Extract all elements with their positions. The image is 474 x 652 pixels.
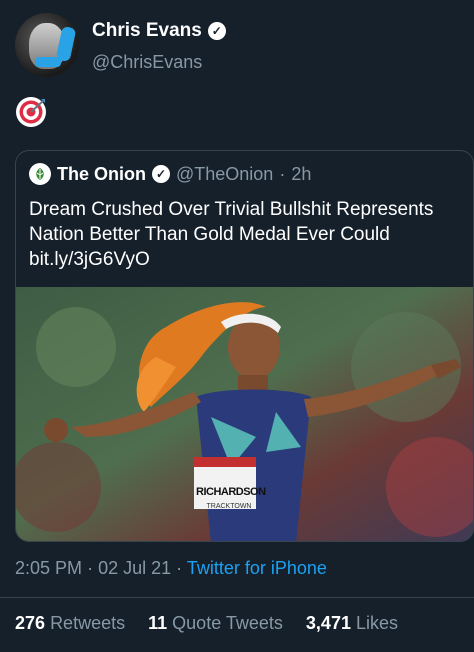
quote-tweets-count: 11 xyxy=(148,613,168,633)
retweets-count: 276 xyxy=(15,613,46,633)
separator-dot: · xyxy=(176,558,183,578)
tweet-date[interactable]: 02 Jul 21 xyxy=(98,558,171,578)
likes-count: 3,471 xyxy=(305,613,351,633)
verified-badge-icon: ✓ xyxy=(152,165,170,183)
quoted-author-name[interactable]: The Onion xyxy=(57,164,146,185)
divider xyxy=(0,597,474,598)
separator-dot: · xyxy=(87,558,94,578)
quoted-tweet-text: Dream Crushed Over Trivial Bullshit Repr… xyxy=(29,199,434,270)
author-avatar[interactable] xyxy=(15,13,79,77)
likes-stat[interactable]: 3,471 Likes xyxy=(306,613,416,633)
tweet-meta: 2:05 PM · 02 Jul 21 · Twitter for iPhone xyxy=(15,558,327,579)
retweets-stat[interactable]: 276 Retweets xyxy=(15,613,148,633)
quote-tweets-label: Quote Tweets xyxy=(172,613,283,633)
bib-sub: TRACKTOWN xyxy=(206,503,252,510)
quoted-tweet-header: The Onion ✓ @TheOnion · 2h xyxy=(29,163,311,185)
author-handle[interactable]: @ChrisEvans xyxy=(92,52,202,73)
tweet-stats: 276 Retweets 11 Quote Tweets 3,471 Likes xyxy=(15,613,416,634)
avatar-paint-mark xyxy=(35,57,61,67)
author-name-row[interactable]: Chris Evans ✓ xyxy=(92,20,226,42)
tweet-time[interactable]: 2:05 PM xyxy=(15,558,82,578)
quote-tweets-stat[interactable]: 11 Quote Tweets xyxy=(148,613,306,633)
direct-hit-emoji-icon xyxy=(16,97,46,127)
verified-badge-icon: ✓ xyxy=(207,22,226,40)
likes-label: Likes xyxy=(355,613,399,633)
separator-dot: · xyxy=(279,163,286,184)
retweets-label: Retweets xyxy=(50,613,126,633)
quoted-tweet-card[interactable]: The Onion ✓ @TheOnion · 2h Dream Crushed… xyxy=(15,150,474,542)
author-name[interactable]: Chris Evans xyxy=(92,20,202,42)
quoted-author-handle[interactable]: @TheOnion xyxy=(176,164,273,185)
quoted-timestamp[interactable]: 2h xyxy=(291,164,311,185)
onion-leaf-icon xyxy=(36,168,44,180)
onion-logo-icon[interactable] xyxy=(29,163,51,185)
bib-name: RICHARDSON xyxy=(196,486,266,498)
tweet-source-link[interactable]: Twitter for iPhone xyxy=(187,558,327,578)
